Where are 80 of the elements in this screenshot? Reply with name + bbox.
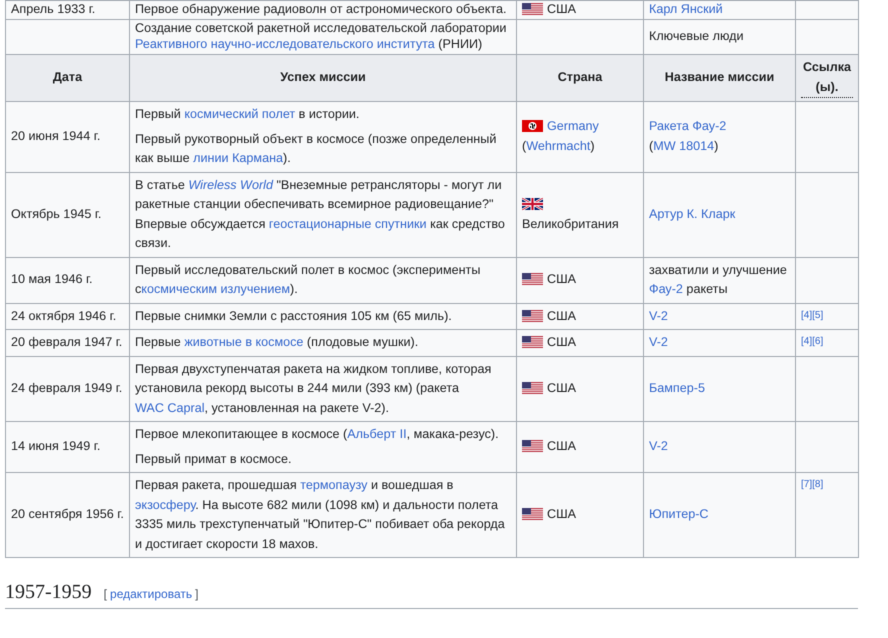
link[interactable]: Фау-2: [649, 282, 683, 296]
reference-link[interactable]: [4]: [801, 310, 812, 320]
date-text: 24 февраля 1949 г.: [11, 381, 122, 395]
link[interactable]: V-2: [649, 308, 668, 322]
column-header: Название миссии: [664, 70, 774, 84]
us-flag-icon: [522, 273, 543, 286]
reference-link[interactable]: [8]: [812, 479, 824, 490]
reference-link[interactable]: [5]: [812, 310, 824, 320]
mission-name: Ключевые люди: [649, 28, 745, 44]
link[interactable]: геостационарные спутники: [268, 216, 427, 230]
mission-description: Первая двухступенчатая ракета на жидком топливе, которая установила рекорд высоты в 244 мили (393 км) (ракета WAC Capral, установленная на ракете V-2).: [135, 360, 492, 417]
mission-description: Первое обнаружение радиоволн от астрономического объекта.: [135, 1, 508, 17]
column-header: Страна: [558, 70, 602, 84]
mission-description: Первое млекопитающее в космосе (Альберт II, макака-резус).: [135, 426, 500, 443]
mission-description: Первый исследовательский полет в космос (эксперименты скосмическим излучением).: [135, 262, 482, 298]
country-name: США: [547, 2, 576, 16]
mission-description: Первая ракета, прошедшая термопаузу и вошедшая в экзосферу. На высоте 682 мили (1098 км) и дальности полета 3335 миль трехступенчатый "Юпитер-С" побивает оба рекорда и достигает скорости 18 махов.: [135, 477, 506, 553]
mission-description: В статье Wireless World "Внеземные ретрансляторы - могут ли ракетные станции обеспечивать всемирное радиовещание?" Впервые обсуждается геостационарные спутники как средство связи.: [135, 176, 506, 252]
date-text: 24 октября 1946 г.: [11, 308, 116, 322]
us-flag-icon: [522, 310, 543, 322]
mission-name: захватили и улучшение Фау-2 ракеты: [649, 262, 788, 298]
country-name: США: [547, 381, 576, 395]
mission-description: Первый космический полет в истории.: [135, 106, 360, 123]
date-text: Октябрь 1945 г.: [11, 206, 102, 221]
mission-name: Ракета Фау-2 (MW 18014): [649, 118, 728, 155]
country-name: США: [547, 507, 576, 522]
country-name: США: [547, 439, 576, 454]
country-name: США: [547, 308, 576, 322]
us-flag-icon: [522, 382, 543, 394]
flag-icon: [522, 120, 543, 132]
mission-description: Первые животные в космосе (плодовые мушки).: [135, 334, 420, 351]
country-name: США: [547, 335, 576, 349]
link[interactable]: экзосферу: [135, 498, 196, 512]
mission-description: Первые снимки Земли с расстояния 105 км (65 миль).: [135, 308, 453, 325]
date-text: 10 мая 1946 г.: [11, 272, 93, 286]
link[interactable]: животные в космосе: [184, 335, 304, 349]
column-header: Успех миссии: [280, 70, 366, 84]
mission-description: Первый рукотворный объект в космосе (позже определенный как выше линии Кармана).: [135, 130, 498, 167]
date-text: 20 сентября 1956 г.: [11, 507, 124, 522]
link[interactable]: термопаузу: [300, 478, 368, 492]
bracket-text: [: [104, 587, 108, 601]
link[interactable]: Альберт II: [347, 427, 407, 441]
column-header: Ссылка (ы).: [801, 58, 853, 98]
country-name: Великобритания: [522, 216, 619, 230]
link[interactable]: Артур К. Кларк: [649, 206, 736, 221]
column-header: Дата: [52, 70, 82, 84]
edit-link[interactable]: редактировать: [110, 587, 192, 601]
date-text: 14 июня 1949 г.: [11, 439, 100, 454]
reference-link[interactable]: [6]: [812, 336, 824, 347]
link[interactable]: Wireless World: [188, 178, 273, 192]
link[interactable]: Реактивного научно-исследовательского института: [135, 37, 435, 51]
link[interactable]: Бампер-5: [649, 381, 705, 395]
link[interactable]: MW 18014: [653, 138, 714, 153]
mission-description: Создание советской ракетной исследовательской лаборатории Реактивного научно-исследовательского института (РНИИ): [135, 20, 508, 52]
reference-link[interactable]: [7]: [801, 479, 812, 490]
link[interactable]: линии Кармана: [193, 151, 284, 165]
link[interactable]: V-2: [649, 439, 668, 454]
link[interactable]: космическим излучением: [141, 282, 290, 296]
mission-description: Первый примат в космосе.: [135, 450, 292, 468]
country-name: США: [547, 272, 576, 286]
us-flag-icon: [522, 3, 543, 15]
date-text: 20 февраля 1947 г.: [11, 335, 122, 349]
date-text: Апрель 1933 г.: [11, 2, 96, 16]
date-text: 20 июня 1944 г.: [11, 129, 100, 143]
us-flag-icon: [522, 508, 543, 520]
link[interactable]: Ракета Фау-2: [649, 119, 726, 134]
link[interactable]: WAC Capral: [135, 400, 205, 414]
country-name: ): [590, 138, 595, 153]
us-flag-icon: [522, 440, 543, 452]
link[interactable]: Wehrmacht: [526, 138, 590, 153]
link[interactable]: космический полет: [184, 107, 296, 121]
section-heading: 1957-1959: [5, 580, 92, 604]
link[interactable]: Germany: [547, 119, 599, 134]
link[interactable]: V-2: [649, 335, 668, 349]
bracket-text: ]: [195, 587, 198, 601]
reference-link[interactable]: [4]: [801, 336, 812, 347]
us-flag-icon: [522, 336, 543, 348]
uk-flag-icon: [522, 198, 543, 210]
link[interactable]: Юпитер-С: [649, 507, 709, 522]
country-name: (: [522, 138, 526, 153]
